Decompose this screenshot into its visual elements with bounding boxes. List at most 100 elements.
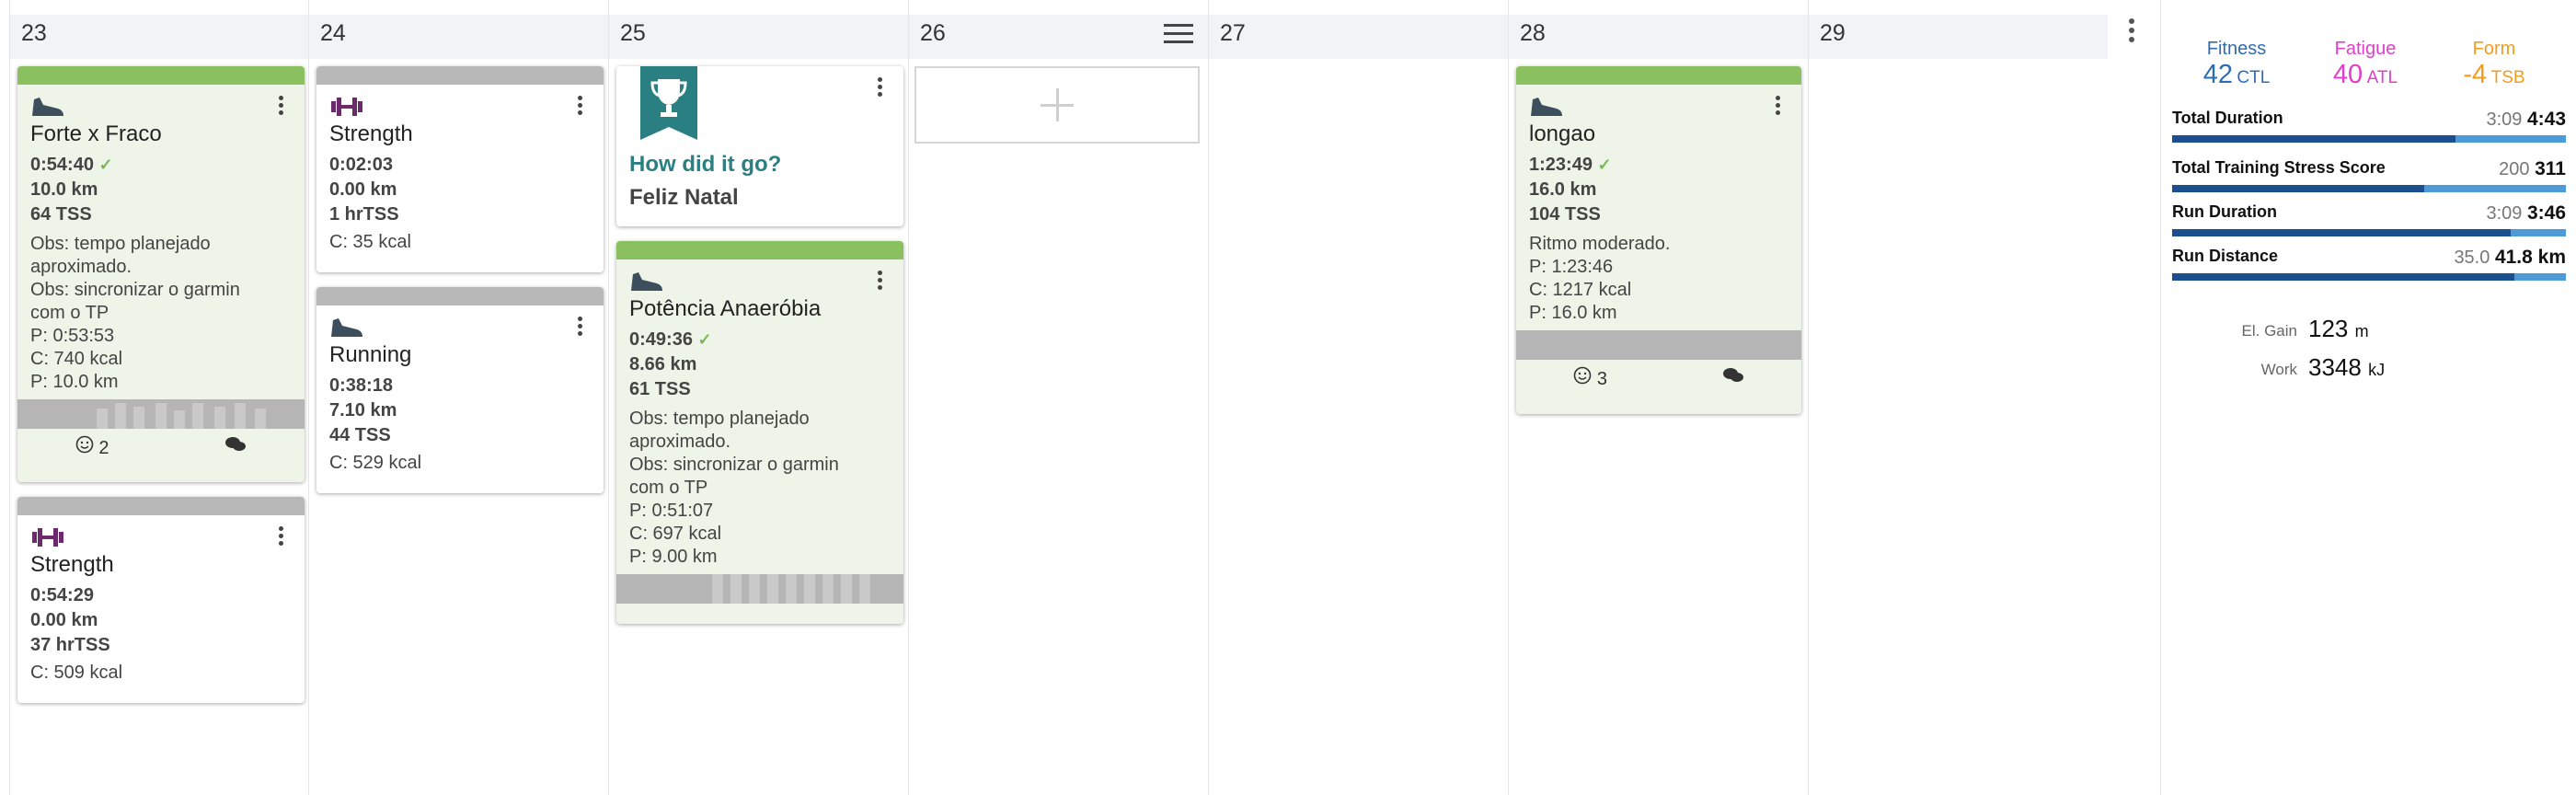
notes: Ritmo moderado. P: 1:23:46 C: 1217 kcal … <box>1529 233 1788 325</box>
day-number: 26 <box>920 20 946 46</box>
day-number: 24 <box>320 20 346 46</box>
elevation-gain-number: 123 <box>2308 315 2349 342</box>
note-line: C: 35 kcal <box>329 232 411 252</box>
card-footer: 2 <box>17 429 305 466</box>
more-menu-icon[interactable] <box>878 77 883 99</box>
bar-values: 3:09 3:46 <box>2486 202 2566 225</box>
week-more-menu-icon[interactable] <box>2129 18 2136 42</box>
day-column-26: 26 <box>908 0 1208 795</box>
fitness-label: Fitness <box>2206 39 2267 59</box>
add-workout-button[interactable] <box>914 66 1200 144</box>
form-label: Form <box>2472 39 2516 59</box>
form-unit: TSB <box>2490 68 2525 87</box>
duration: 1:23:49 <box>1529 155 1593 175</box>
progress-fill <box>2172 135 2456 143</box>
workout-card-strength[interactable]: Strength 0:54:29 0.00 km 37 hrTSS C: 509… <box>17 497 305 703</box>
bar-values: 200 311 <box>2499 158 2566 180</box>
tss-bar: Total Training Stress Score 200 311 <box>2172 158 2566 192</box>
tss: 37 hrTSS <box>30 635 110 655</box>
actual-value: 311 <box>2535 158 2566 179</box>
note-line: C: 509 kcal <box>30 662 123 683</box>
work-value: 3348 kJ <box>2308 353 2385 382</box>
how-did-it-go-link[interactable]: How did it go? <box>629 152 891 178</box>
day-number: 29 <box>1820 20 1846 46</box>
workout-title: Potência Anaeróbia <box>629 296 822 321</box>
note-line: aproximado. <box>30 257 132 277</box>
comments-icon[interactable] <box>224 435 247 459</box>
more-menu-icon[interactable] <box>578 96 583 118</box>
day-column-29: 29 <box>1808 0 2108 795</box>
fitness-metric: Fitness 42 CTL <box>2172 39 2301 90</box>
running-shoe-icon <box>629 259 891 291</box>
run-duration-bar: Run Duration 3:09 3:46 <box>2172 202 2566 236</box>
more-menu-icon[interactable] <box>1776 96 1781 118</box>
work-label: Work <box>2260 361 2297 378</box>
mood-button[interactable]: 2 <box>75 435 109 459</box>
check-icon: ✓ <box>697 330 712 349</box>
day-column-24: 24 Strength 0:02:03 0.00 km 1 hrTSS C: 3… <box>308 0 608 795</box>
planned-value: 3:09 <box>2486 109 2523 130</box>
more-menu-icon[interactable] <box>578 317 583 339</box>
distance: 10.0 km <box>30 179 98 200</box>
day-number: 23 <box>21 20 47 46</box>
day-number: 27 <box>1220 20 1246 46</box>
note-line: P: 16.0 km <box>1529 303 1617 323</box>
dumbbell-icon <box>30 515 292 547</box>
work-number: 3348 <box>2308 353 2362 381</box>
running-shoe-icon <box>329 305 591 337</box>
workout-card-running[interactable]: Running 0:38:18 7.10 km 44 TSS C: 529 kc… <box>316 287 604 493</box>
note-line: Ritmo moderado. <box>1529 234 1671 254</box>
workout-card-forte-x-fraco[interactable]: Forte x Fraco 0:54:40 ✓ 10.0 km 64 TSS O… <box>17 66 305 482</box>
total-duration-bar: Total Duration 3:09 4:43 <box>2172 109 2566 143</box>
note-line: C: 1217 kcal <box>1529 280 1632 300</box>
distance: 0.00 km <box>329 179 397 200</box>
day-column-25: 25 How did it go? Feliz Natal Potência A… <box>608 0 908 795</box>
note-line: P: 1:23:46 <box>1529 257 1614 277</box>
tss: 1 hrTSS <box>329 204 399 225</box>
notes: Obs: tempo planejado aproximado. Obs: si… <box>30 233 292 394</box>
comments-icon[interactable] <box>1722 366 1744 390</box>
note-line: C: 740 kcal <box>30 349 123 369</box>
note-line: com o TP <box>629 478 708 498</box>
fatigue-label: Fatigue <box>2334 39 2397 59</box>
workout-card-strength[interactable]: Strength 0:02:03 0.00 km 1 hrTSS C: 35 k… <box>316 66 604 272</box>
planned-value: 35.0 <box>2454 248 2490 268</box>
day-number: 25 <box>620 20 646 46</box>
mood-count: 2 <box>98 438 109 458</box>
progress-track <box>2172 229 2566 236</box>
workout-title: Strength <box>30 552 114 577</box>
note-line: C: 529 kcal <box>329 453 422 473</box>
actual-value: 3:46 <box>2526 202 2566 224</box>
workout-title: Strength <box>329 121 413 146</box>
workout-card-potencia-anaerobia[interactable]: Potência Anaeróbia 0:49:36 ✓ 8.66 km 61 … <box>616 241 903 624</box>
fitness-value: 42 <box>2202 60 2233 89</box>
card-footer: 3 <box>1516 360 1801 397</box>
note-line: Obs: tempo planejado <box>629 409 810 429</box>
notes: Obs: tempo planejado aproximado. Obs: si… <box>629 408 891 569</box>
day-column-23: 23 Forte x Fraco 0:54:40 ✓ 10.0 km 64 TS… <box>9 0 308 795</box>
workout-card-longao[interactable]: longao 1:23:49 ✓ 16.0 km 104 TSS Ritmo m… <box>1516 66 1801 414</box>
form-value: -4 <box>2463 60 2488 89</box>
run-distance-bar: Run Distance 35.0 41.8 km <box>2172 247 2566 281</box>
workout-graph <box>616 574 903 604</box>
day-column-27: 27 <box>1208 0 1508 795</box>
event-card-feliz-natal[interactable]: How did it go? Feliz Natal <box>616 66 903 226</box>
hamburger-menu-icon[interactable] <box>1164 24 1193 43</box>
more-menu-icon[interactable] <box>279 96 284 118</box>
mood-button[interactable]: 3 <box>1573 366 1607 390</box>
elevation-gain-unit: m <box>2354 322 2369 340</box>
day-header-bar <box>1509 15 1808 59</box>
smiley-icon <box>1574 366 1592 385</box>
progress-fill <box>2172 273 2515 281</box>
tss: 44 TSS <box>329 425 391 445</box>
more-menu-icon[interactable] <box>878 271 883 293</box>
actual-value: 4:43 <box>2526 109 2566 130</box>
compliance-strip <box>616 241 903 259</box>
distance: 8.66 km <box>629 354 697 374</box>
fatigue-value: 40 <box>2332 60 2363 89</box>
compliance-strip <box>17 497 305 515</box>
more-menu-icon[interactable] <box>279 526 284 548</box>
workout-title: Running <box>329 342 412 367</box>
day-header-bar <box>609 15 908 59</box>
duration: 0:49:36 <box>629 329 693 350</box>
